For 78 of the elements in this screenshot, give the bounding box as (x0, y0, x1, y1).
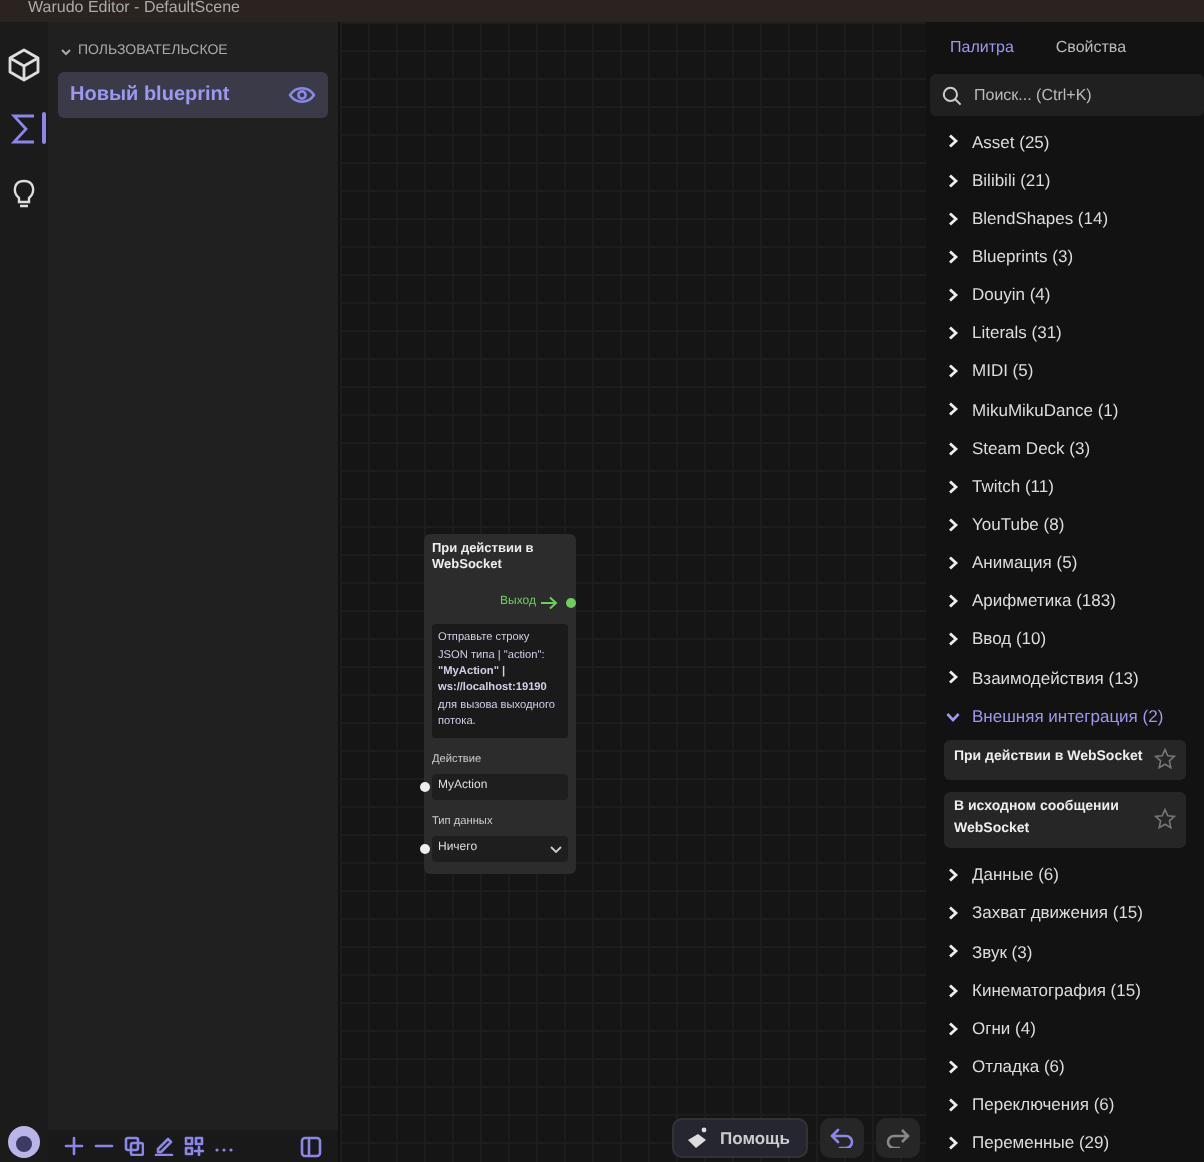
plus-icon[interactable] (64, 1136, 84, 1156)
chevron-right-icon (946, 670, 960, 685)
sigma-icon (8, 111, 40, 145)
search-icon (942, 85, 962, 106)
undo-icon (829, 1128, 854, 1148)
palette-category[interactable]: Blueprints (3) (926, 237, 1204, 276)
panel-tab[interactable]: Свойства (1043, 34, 1139, 66)
palette-category[interactable]: Twitch (11) (926, 467, 1204, 506)
palette-category[interactable]: Арифметика (183) (926, 582, 1204, 621)
redo-button[interactable] (875, 1118, 920, 1158)
sidebar-item[interactable]: Новый blueprint (58, 71, 328, 117)
window-title: Warudo Editor - DefaultScene (28, 0, 240, 13)
panel-tab[interactable]: Палитра (938, 34, 1026, 66)
chevron-right-icon (946, 173, 960, 188)
chevron-right-icon (946, 594, 960, 609)
chevron-right-icon (946, 326, 960, 341)
chevron-right-icon (946, 517, 960, 532)
chevron-right-icon (946, 1136, 960, 1151)
palette-category[interactable]: MikuMikuDance (1) (926, 390, 1204, 429)
eye-icon[interactable] (288, 85, 316, 103)
chevron-right-icon (946, 555, 960, 570)
chevron-right-icon (946, 211, 960, 226)
palette-category[interactable]: Анимация (5) (926, 543, 1204, 583)
chevron-icon[interactable] (60, 46, 72, 59)
chevron-down-icon (550, 845, 562, 854)
palette-category[interactable]: Отладка (6) (926, 1047, 1204, 1086)
chevron-right-icon (946, 906, 960, 921)
chevron-right-icon (946, 479, 960, 494)
copy-icon[interactable] (124, 1136, 144, 1156)
avatar-icon[interactable] (8, 1126, 40, 1158)
chevron-right-icon (946, 1097, 960, 1112)
palette-category[interactable]: Переменные (29) (926, 1124, 1204, 1162)
palette-category[interactable]: Douyin (4) (926, 275, 1204, 315)
cube-icon (8, 47, 40, 81)
chevron-right-icon (946, 1021, 960, 1036)
star-icon[interactable] (1154, 808, 1176, 831)
palette-category[interactable]: Захват движения (15) (926, 894, 1204, 933)
chevron-right-icon (946, 632, 960, 647)
input-pin[interactable] (420, 844, 430, 855)
palette-category[interactable]: BlendShapes (14) (926, 199, 1204, 238)
chevron-right-icon (946, 402, 960, 417)
palette-category[interactable]: MIDI (5) (926, 352, 1204, 391)
output-pin[interactable] (566, 598, 576, 609)
palette-category[interactable]: Переключения (6) (926, 1085, 1204, 1125)
redo-icon (885, 1128, 910, 1148)
palette-category[interactable]: Ввод (10) (926, 620, 1204, 659)
palette-category[interactable]: Steam Deck (3) (926, 429, 1204, 468)
chevron-right-icon (946, 364, 960, 379)
add-grid-icon[interactable] (184, 1136, 204, 1156)
search-field[interactable]: Поиск... (Ctrl+K) (970, 81, 1170, 110)
palette-category[interactable]: YouTube (8) (926, 505, 1204, 544)
palette-category[interactable]: Bilibili (21) (926, 161, 1204, 200)
palette-category[interactable]: Кинематография (15) (926, 970, 1204, 1010)
input-pin[interactable] (420, 781, 430, 792)
palette-category[interactable]: Asset (25) (926, 122, 1204, 162)
palette-category[interactable]: Внешняя интеграция (2) (926, 696, 1204, 736)
chevron-right-icon (946, 944, 960, 959)
chevron-right-icon (946, 1059, 960, 1074)
palette-category[interactable]: Literals (31) (926, 314, 1204, 353)
pencil-icon[interactable] (154, 1136, 174, 1156)
chevron-right-icon (946, 134, 960, 149)
chevron-right-icon (946, 288, 960, 302)
chevron-right-icon (946, 983, 960, 998)
palette-category[interactable]: Звук (3) (926, 932, 1204, 971)
palette-category[interactable]: Огни (4) (926, 1009, 1204, 1048)
panel-toggle-icon[interactable] (300, 1135, 322, 1157)
palette-category[interactable]: Данные (6) (926, 856, 1204, 895)
arrow-right-icon (540, 596, 558, 611)
undo-button[interactable] (819, 1118, 864, 1158)
help-button[interactable]: Помощь (672, 1118, 808, 1158)
search-bar[interactable]: Поиск... (Ctrl+K) (930, 74, 1204, 117)
palette-category[interactable]: Взаимодействия (13) (926, 658, 1204, 697)
lightbulb-icon (8, 175, 40, 209)
chevron-right-icon (946, 249, 960, 264)
chevron-right-icon (946, 868, 960, 883)
chevron-right-icon (946, 441, 960, 456)
star-icon[interactable] (1154, 748, 1176, 771)
chevron-down-icon (946, 709, 960, 724)
